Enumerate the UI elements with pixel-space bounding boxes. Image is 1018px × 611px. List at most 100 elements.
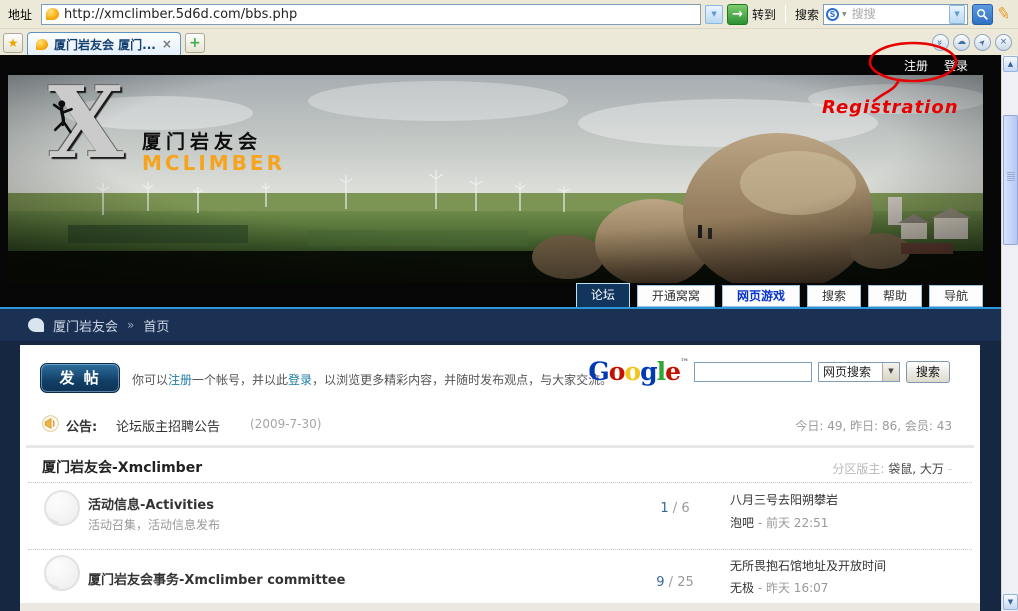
last-post-time: - 前天 22:51 [758,516,829,530]
new-post-button[interactable]: 发 帖 [40,363,120,393]
breadcrumb: 厦门岩友会 » 首页 [0,309,1001,341]
section-divider [26,445,974,448]
soso-search-box[interactable]: S ▼ ▼ [823,4,968,25]
go-label[interactable]: 转到 [752,6,776,23]
last-post-time: - 昨天 16:07 [758,581,829,595]
address-label: 地址 [3,6,37,23]
forum-counts: 9 / 25 [630,575,720,590]
address-bar[interactable]: http://xmclimber.5d6d.com/bbs.php [41,4,701,25]
forum-bubble-icon [44,490,80,526]
topic-count: 1 [660,501,668,516]
google-search-button[interactable]: 搜索 [906,361,950,383]
soso-logo-icon: S [826,8,839,21]
announcement-link[interactable]: 论坛版主招聘公告 [116,416,220,435]
announcement-label: 公告: [66,416,97,435]
count-separator: / [669,575,673,590]
nav-tab-help[interactable]: 帮助 [868,285,922,307]
cloud-sync-button[interactable]: ☁ [953,34,970,51]
last-topic-link[interactable]: 八月三号去阳朔攀岩 [730,491,838,508]
forum-row-committee: 厦门岩友会事务-Xmclimber committee 9 / 25 无所畏抱石… [20,551,980,603]
pin-icon: ➤ [975,34,990,49]
search-label: 搜索 [795,6,819,23]
last-topic-link[interactable]: 无所畏抱石馆地址及开放时间 [730,557,886,574]
nav-tab-webgames[interactable]: 网页游戏 [722,285,800,307]
scroll-down-button[interactable]: ▼ [1003,594,1018,610]
last-post-author-link[interactable]: 无极 [730,581,754,595]
url-text[interactable]: http://xmclimber.5d6d.com/bbs.php [64,7,297,22]
welcome-mid: 一个帐号，并以此 [192,373,288,387]
soso-engine-dropdown-icon[interactable]: ▼ [842,11,847,18]
login-link[interactable]: 登录 [944,57,968,74]
announcement-row: 公告: 论坛版主招聘公告 (2009-7-30) 今日: 49, 昨日: 86,… [20,407,980,443]
google-letter: g [640,357,656,386]
close-panel-button[interactable]: × [995,34,1012,51]
tab-title[interactable]: 厦门岩友会 厦门... [54,36,156,53]
page-viewport: 注册 登录 [0,55,1018,611]
browser-window: 地址 http://xmclimber.5d6d.com/bbs.php ▼ →… [0,0,1018,611]
post-count: 25 [677,575,694,590]
site-logo: X 厦门岩友会 MCLIMBER [48,85,378,205]
nav-tab-navigation[interactable]: 导航 [929,285,983,307]
welcome-text: 你可以注册一个帐号，并以此登录，以浏览更多精彩内容，并随时发布观点，与大家交流。 [132,371,612,388]
go-button[interactable]: → [727,4,748,25]
speech-bubble-icon [28,318,44,332]
breadcrumb-page[interactable]: 首页 [143,316,169,335]
tab-close-icon[interactable]: × [162,38,172,50]
moderators-links[interactable]: 袋鼠, 大万 [888,462,944,476]
category-title-link[interactable]: 厦门岩友会-Xmclimber [42,457,202,477]
new-tab-button[interactable]: + [185,33,205,53]
welcome-register-link[interactable]: 注册 [168,373,192,387]
last-post-author-link[interactable]: 泡吧 [730,516,754,530]
browser-tab-active[interactable]: 厦门岩友会 厦门... × [27,32,181,55]
last-post-info: 无极 - 昨天 16:07 [730,579,828,596]
magnifier-icon [976,8,989,21]
scroll-up-button[interactable]: ▲ [1003,56,1018,72]
google-search-input[interactable] [694,362,812,382]
registration-annotation-text: Registration [822,97,959,118]
address-toolbar: 地址 http://xmclimber.5d6d.com/bbs.php ▼ →… [0,0,1018,29]
nav-tab-wowo[interactable]: 开通窝窝 [637,285,715,307]
collapse-toggle[interactable]: - [948,462,952,476]
google-letter: e [665,357,680,386]
register-link[interactable]: 注册 [904,57,928,74]
soso-history-dropdown-icon[interactable]: ▼ [949,5,965,24]
google-letter: o [624,357,640,386]
favorites-star-button[interactable]: ★ [3,33,23,53]
content-card: 发 帖 你可以注册一个帐号，并以此登录，以浏览更多精彩内容，并随时发布观点，与大… [20,345,980,611]
last-post-info: 泡吧 - 前天 22:51 [730,514,828,531]
moderators-label: 分区版主: [832,462,884,476]
count-separator: / [673,501,677,516]
soso-search-input[interactable] [850,6,946,22]
scrollbar-thumb[interactable] [1003,115,1018,245]
user-bar: 注册 登录 [8,55,993,75]
collapse-panel-button[interactable]: « [932,34,949,51]
vertical-scrollbar[interactable]: ▲ ▼ [1001,55,1018,611]
breadcrumb-site-link[interactable]: 厦门岩友会 [53,316,118,335]
highlight-pencil-icon[interactable]: ✎ [996,5,1012,23]
google-letter: G [588,357,608,386]
megaphone-icon [42,415,59,432]
nav-tab-forum[interactable]: 论坛 [576,283,630,307]
topic-count: 9 [656,575,664,590]
forum-title-link[interactable]: 厦门岩友会事务-Xmclimber committee [88,569,345,588]
tab-favicon [36,39,48,50]
welcome-login-link[interactable]: 登录 [288,373,312,387]
page-body: 发 帖 你可以注册一个帐号，并以此登录，以浏览更多精彩内容，并随时发布观点，与大… [0,341,1001,611]
panel-buttons: « ☁ ➤ × [932,34,1012,51]
forum-counts: 1 / 6 [630,501,720,516]
nav-tab-search[interactable]: 搜索 [807,285,861,307]
google-search: Google™ 网页搜索 ▼ 搜索 [588,359,950,384]
select-dropdown-icon[interactable]: ▼ [882,363,899,381]
welcome-post: ，以浏览更多精彩内容，并随时发布观点，与大家交流。 [312,373,612,387]
search-go-button[interactable] [972,4,993,25]
row-separator [28,549,972,550]
forum-bubble-icon [44,555,80,591]
google-scope-select[interactable]: 网页搜索 ▼ [818,362,900,382]
address-dropdown-icon[interactable]: ▼ [705,5,723,24]
forum-title-link[interactable]: 活动信息-Activities [88,494,214,513]
scrollbar-grip [1007,176,1015,177]
tab-bar: ★ 厦门岩友会 厦门... × + « ☁ ➤ × [0,29,1018,55]
announcement-date: (2009-7-30) [250,417,321,431]
forum-page: 注册 登录 [0,55,1001,611]
pin-panel-button[interactable]: ➤ [974,34,991,51]
